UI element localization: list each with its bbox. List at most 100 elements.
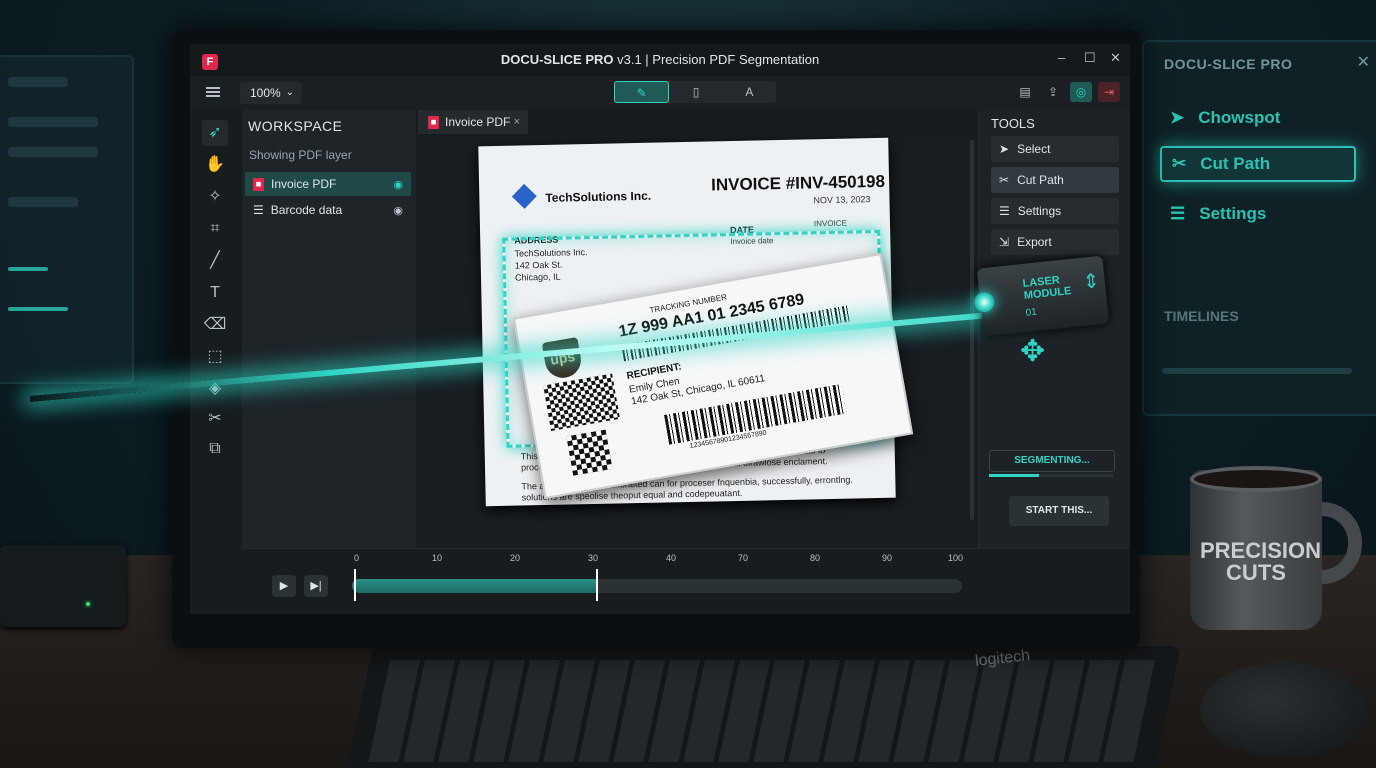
sync-icon[interactable]: ◎ (1070, 82, 1092, 102)
cursor-icon: ➤ (999, 142, 1010, 156)
app-name: DOCU-SLICE PRO (500, 52, 614, 67)
scissors-icon[interactable]: ✂ (202, 406, 228, 432)
eraser-icon[interactable]: ⌫ (202, 312, 228, 338)
side-item-label: Chowspot (1198, 108, 1281, 127)
page-icon: ▯ (692, 85, 700, 99)
timeline-tick: 80 (810, 553, 821, 563)
side-timelines-label: TIMELINES (1164, 308, 1239, 324)
chevron-down-icon: ⌄ (285, 87, 294, 98)
sliders-icon: ☰ (999, 204, 1010, 218)
mug-top (1190, 466, 1322, 492)
side-item-label: Settings (1199, 204, 1267, 223)
timeline-start-marker[interactable] (354, 569, 356, 601)
timeline-tick: 40 (666, 553, 677, 563)
company-logo (511, 183, 537, 209)
maximize-button[interactable]: ☐ (1084, 50, 1096, 66)
crop-icon[interactable]: ⌗ (202, 216, 228, 242)
vertical-arrows-icon: ⇕ (1081, 270, 1101, 294)
minimize-button[interactable]: – (1058, 50, 1065, 65)
qr-code (543, 373, 621, 431)
segmenting-progress (989, 474, 1113, 477)
side-slider (1162, 368, 1352, 374)
tab-label: Invoice PDF (445, 115, 511, 129)
start-button[interactable]: START THIS... (1009, 496, 1109, 526)
qr-code-small (566, 429, 613, 476)
side-item-2: ☰ Settings (1160, 196, 1356, 232)
invoice-number: INVOICE #INV-450198 (710, 171, 886, 195)
timeline-tick: 20 (510, 553, 521, 563)
tool-label: Settings (1017, 204, 1062, 218)
invoice-column-label: INVOICE (813, 218, 847, 229)
close-icon: ✕ (1356, 54, 1370, 71)
hand-icon[interactable]: ✋ (202, 152, 228, 178)
vertical-scrollbar[interactable] (970, 140, 974, 520)
export-icon: ⇲ (999, 235, 1010, 249)
tab-invoice-pdf[interactable]: ◼ Invoice PDF × (418, 110, 528, 134)
layer-label: Barcode data (270, 203, 343, 217)
select-arrow-icon[interactable]: ➶ (202, 120, 228, 146)
close-button[interactable]: ✕ (1110, 50, 1121, 66)
tab-close-icon[interactable]: × (514, 116, 520, 128)
layer-label: Invoice PDF (271, 177, 337, 191)
layer-invoice-pdf[interactable]: ◼ Invoice PDF ◉ (245, 172, 411, 196)
timeline-tick: 0 (354, 553, 360, 563)
export-button[interactable]: ⇲ Export (991, 229, 1119, 255)
laser-label: LASER MODULE (1022, 273, 1072, 302)
timeline-track[interactable] (352, 579, 962, 593)
pdf-icon: ◼ (253, 177, 264, 191)
timeline-tick: 10 (432, 553, 443, 563)
timeline-tick: 100 (948, 553, 964, 563)
vector-icon: A (745, 85, 754, 99)
pen-icon[interactable]: ╱ (202, 248, 228, 274)
logout-icon[interactable]: ⇥ (1098, 82, 1120, 102)
workspace-title: WORKSPACE (248, 118, 343, 134)
tools-title: TOOLS (991, 116, 1035, 131)
app-subtitle: v3.1 | Precision PDF Segmentation (613, 52, 820, 67)
cut-path-button[interactable]: ✂ Cut Path (991, 167, 1119, 193)
invoice-date: NOV 13, 2023 (813, 194, 871, 206)
hamburger-menu-icon[interactable] (206, 87, 220, 97)
marquee-icon[interactable]: ⬚ (202, 344, 228, 370)
vector-mode-button[interactable]: A (723, 81, 776, 103)
eye-icon[interactable]: ◉ (393, 178, 403, 191)
router (0, 545, 126, 627)
edit-mode-button[interactable]: ✎ (614, 81, 670, 103)
overlap-icon[interactable]: ⧉ (202, 436, 228, 462)
timeline-panel: ▶ ▶| 0 10 20 30 40 70 80 90 100 (242, 548, 1130, 614)
toolbar: 100% ⌄ ✎ ▯ A ▤ ⇪ ◎ ⇥ (190, 76, 1130, 111)
list-icon: ☰ (253, 203, 264, 217)
eye-icon[interactable]: ◉ (393, 204, 403, 217)
tool-label: Cut Path (1017, 173, 1064, 187)
text-icon[interactable]: T (202, 280, 228, 306)
pdf-icon: ◼ (428, 115, 439, 129)
timeline-tick: 70 (738, 553, 749, 563)
next-frame-button[interactable]: ▶| (304, 575, 328, 597)
play-button[interactable]: ▶ (272, 575, 296, 597)
layer-barcode-data[interactable]: ☰ Barcode data ◉ (245, 198, 411, 222)
mug-text: PRECISION CUTS (1200, 538, 1322, 585)
mouse (1200, 662, 1370, 757)
title-bar: F DOCU-SLICE PRO v3.1 | Precision PDF Se… (190, 44, 1130, 77)
tool-strip: ➶ ✋ ✧ ⌗ ╱ T ⌫ ⬚ ◈ ✂ ⧉ (190, 110, 243, 614)
clipboard-icon[interactable]: ▤ (1014, 82, 1036, 102)
page-mode-button[interactable]: ▯ (669, 81, 722, 103)
side-item-0: ➤ Chowspot (1160, 100, 1356, 136)
window-title: DOCU-SLICE PRO v3.1 | Precision PDF Segm… (190, 52, 1130, 67)
mode-switcher: ✎ ▯ A (614, 81, 776, 103)
settings-button[interactable]: ☰ Settings (991, 198, 1119, 224)
share-icon[interactable]: ⇪ (1042, 82, 1064, 102)
move-arrows-icon: ✥ (1020, 335, 1046, 368)
magic-wand-icon[interactable]: ✧ (202, 184, 228, 210)
arrow-icon: ➤ (1170, 108, 1185, 127)
zoom-select[interactable]: 100% ⌄ (240, 82, 302, 104)
workspace-subtitle: Showing PDF layer (249, 148, 352, 162)
tool-label: Select (1017, 142, 1051, 156)
select-button[interactable]: ➤ Select (991, 136, 1119, 162)
laser-sub-label: 01 (1025, 306, 1038, 319)
timeline-playhead[interactable] (596, 569, 598, 601)
segmenting-status: SEGMENTING... (989, 450, 1115, 472)
timeline-tick: 90 (882, 553, 893, 563)
side-monitor: DOCU-SLICE PRO ✕ ➤ Chowspot ✂ Cut Path ☰… (1142, 40, 1376, 416)
edit-icon: ✎ (636, 86, 647, 100)
side-item-1: ✂ Cut Path (1160, 146, 1356, 182)
